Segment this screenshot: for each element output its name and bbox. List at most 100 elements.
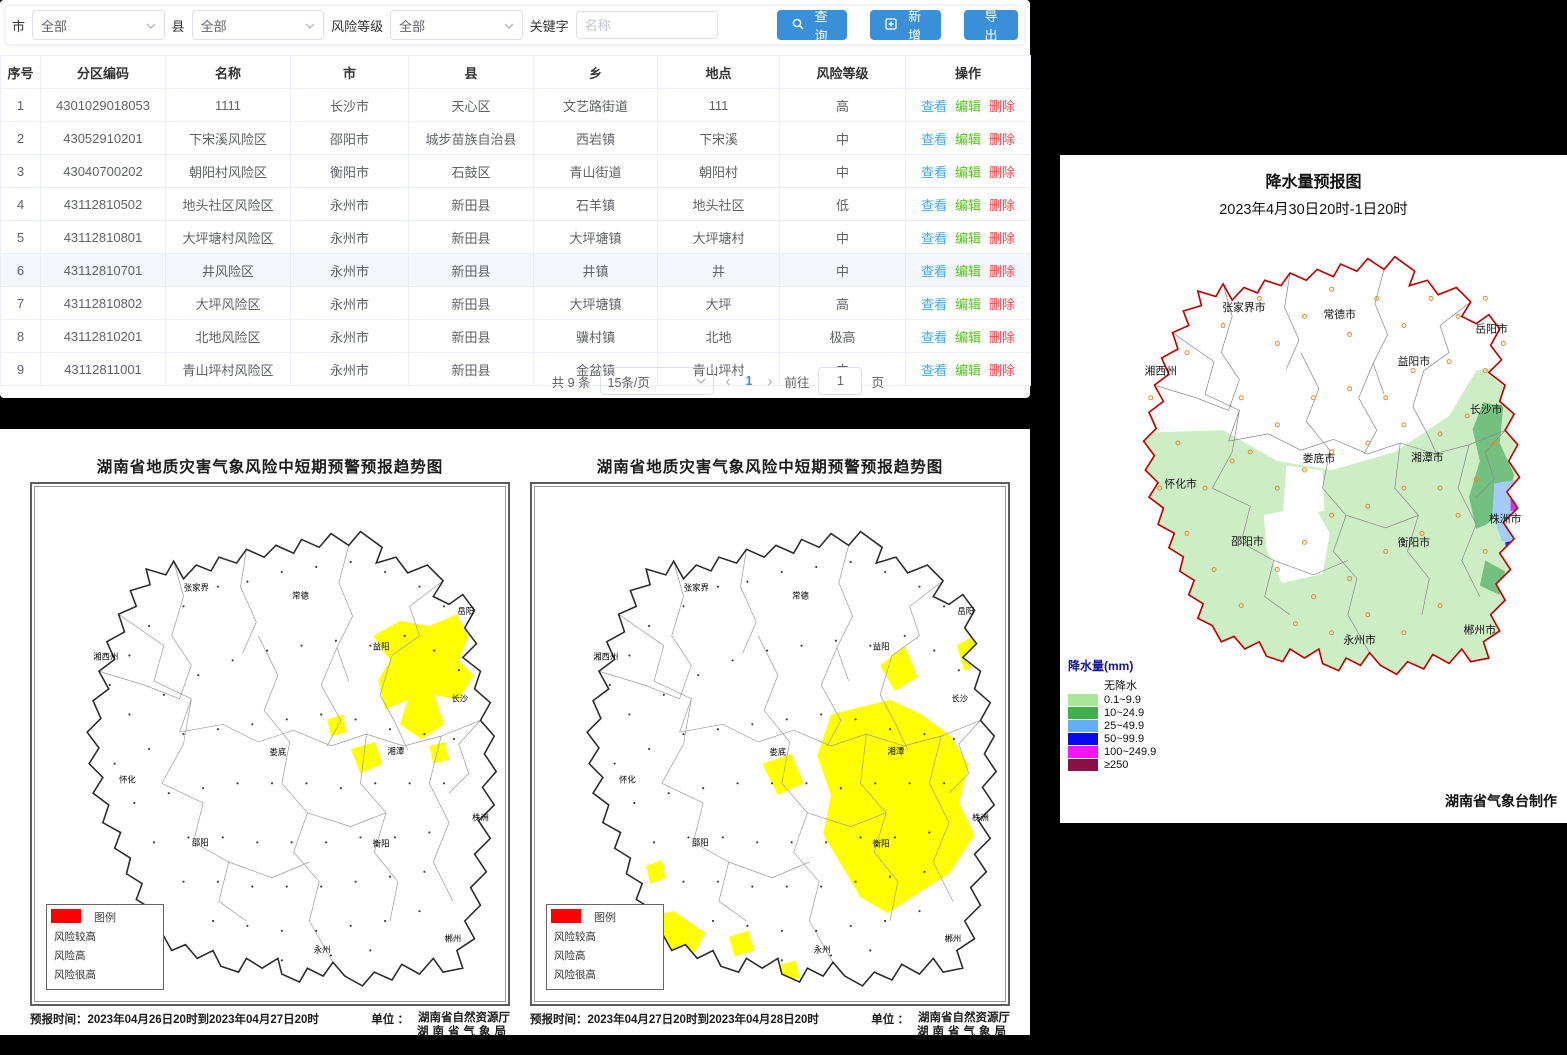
county-label-speck — [820, 886, 822, 888]
county-label-speck — [958, 669, 960, 671]
county-label-speck — [325, 841, 327, 843]
risk-level-select[interactable]: 全部 — [390, 10, 523, 40]
delete-link[interactable]: 删除 — [989, 231, 1015, 246]
edit-link[interactable]: 编辑 — [955, 132, 981, 147]
county-label-speck — [628, 654, 630, 656]
col-header-town: 乡 — [534, 56, 658, 89]
page-size-select[interactable]: 15条/页 — [600, 367, 714, 395]
cell-no: 9 — [1, 353, 41, 386]
add-button[interactable]: 新增 — [870, 10, 941, 40]
county-label-speck — [340, 787, 342, 789]
trend-map-day1: 湖南省地质灾害气象风险中短期预警预报趋势图 张家界常德岳阳湘西州益阳长沙怀化娄底… — [30, 455, 510, 1040]
county-label-speck — [389, 728, 391, 730]
county-label-speck — [800, 645, 802, 647]
cell-county: 新田县 — [409, 287, 534, 320]
cell-spot: 朝阳村 — [658, 155, 780, 188]
goto-page-input[interactable] — [818, 367, 862, 395]
edit-link[interactable]: 编辑 — [955, 165, 981, 180]
trend-legend: 图例 风险较高 风险高 风险很高 — [46, 904, 164, 990]
next-page-button[interactable]: › — [764, 373, 775, 390]
delete-link[interactable]: 删除 — [989, 99, 1015, 114]
map-city-label: 长沙 — [951, 694, 968, 704]
edit-link[interactable]: 编辑 — [955, 363, 981, 378]
cell-no: 2 — [1, 122, 41, 155]
county-label-speck — [682, 881, 684, 883]
map-city-label: 湘西州 — [93, 651, 118, 661]
delete-link[interactable]: 删除 — [989, 363, 1015, 378]
delete-link[interactable]: 删除 — [989, 264, 1015, 279]
city-select[interactable]: 全部 — [32, 10, 165, 40]
county-label-speck — [648, 748, 650, 750]
county-label-speck — [453, 738, 455, 740]
edit-link[interactable]: 编辑 — [955, 264, 981, 279]
delete-link[interactable]: 删除 — [989, 132, 1015, 147]
map-city-label: 岳阳 — [457, 606, 474, 616]
edit-link[interactable]: 编辑 — [955, 297, 981, 312]
cell-spot: 大坪 — [658, 287, 780, 320]
view-link[interactable]: 查看 — [921, 363, 947, 378]
col-header-actions: 操作 — [906, 56, 1031, 89]
query-button[interactable]: 查询 — [777, 10, 848, 40]
map-city-label: 邵阳 — [692, 837, 709, 847]
keyword-input[interactable] — [576, 11, 718, 39]
prev-page-button[interactable]: ‹ — [723, 373, 734, 390]
county-label-speck — [281, 959, 283, 961]
view-link[interactable]: 查看 — [921, 198, 947, 213]
view-link[interactable]: 查看 — [921, 99, 947, 114]
unit-line1: 湖南省自然资源厅 — [418, 1012, 510, 1024]
map-city-label: 长沙市 — [1470, 402, 1503, 416]
county-label-speck — [315, 930, 317, 932]
county-label-speck — [182, 733, 184, 735]
view-link[interactable]: 查看 — [921, 231, 947, 246]
legend-item: 风险高 — [554, 948, 656, 963]
station-marker-dot — [1348, 333, 1352, 337]
county-label-speck — [320, 886, 322, 888]
legend-swatch — [551, 909, 581, 923]
delete-link[interactable]: 删除 — [989, 297, 1015, 312]
view-link[interactable]: 查看 — [921, 330, 947, 345]
table-row: 143010290180531111长沙市天心区文艺路街道111高查看编辑删除 — [1, 89, 1031, 122]
table-row: 743112810802大坪风险区永州市新田县大坪塘镇大坪高查看编辑删除 — [1, 287, 1031, 320]
table-row: 843112810201北地风险区永州市新田县骥村镇北地极高查看编辑删除 — [1, 320, 1031, 353]
cell-risk: 中 — [780, 122, 906, 155]
delete-link[interactable]: 删除 — [989, 330, 1015, 345]
cell-city: 邵阳市 — [291, 122, 409, 155]
map-city-label: 长沙 — [451, 694, 468, 704]
cell-town: 文艺路街道 — [534, 89, 658, 122]
station-marker-dot — [1275, 423, 1279, 427]
county-label-speck — [389, 876, 391, 878]
cell-code: 43040700202 — [41, 155, 166, 188]
search-icon — [792, 18, 804, 33]
trend-map-day2: 湖南省地质灾害气象风险中短期预警预报趋势图 张家界常德岳阳湘西州益阳长沙怀化娄底… — [530, 455, 1010, 1040]
county-label-speck — [286, 886, 288, 888]
view-link[interactable]: 查看 — [921, 264, 947, 279]
current-page[interactable]: 1 — [743, 374, 756, 388]
cell-city: 长沙市 — [291, 89, 409, 122]
county-select[interactable]: 全部 — [192, 10, 325, 40]
county-label-speck — [840, 787, 842, 789]
delete-link[interactable]: 删除 — [989, 198, 1015, 213]
legend-swatch — [1068, 679, 1098, 691]
edit-link[interactable]: 编辑 — [955, 99, 981, 114]
county-label-speck — [266, 650, 268, 652]
export-button-label: 导出 — [979, 6, 1003, 44]
station-marker-dot — [1348, 387, 1352, 391]
edit-link[interactable]: 编辑 — [955, 198, 981, 213]
filter-bar: 市 全部 县 全部 风险等级 全部 关键字 查询 新增 — [5, 5, 1025, 45]
export-button[interactable]: 导出 — [964, 10, 1018, 40]
delete-link[interactable]: 删除 — [989, 165, 1015, 180]
county-label-speck — [923, 871, 925, 873]
edit-link[interactable]: 编辑 — [955, 231, 981, 246]
county-label-speck — [850, 925, 852, 927]
table-row: 543112810801大坪塘村风险区永州市新田县大坪塘镇大坪塘村中查看编辑删除 — [1, 221, 1031, 254]
cell-county: 天心区 — [409, 89, 534, 122]
county-label-speck — [384, 920, 386, 922]
county-label-speck — [717, 728, 719, 730]
view-link[interactable]: 查看 — [921, 165, 947, 180]
risk-select-value: 全部 — [399, 16, 425, 35]
view-link[interactable]: 查看 — [921, 297, 947, 312]
risk-level-filter-label: 风险等级 — [331, 16, 383, 35]
county-label-speck — [918, 586, 920, 588]
view-link[interactable]: 查看 — [921, 132, 947, 147]
edit-link[interactable]: 编辑 — [955, 330, 981, 345]
